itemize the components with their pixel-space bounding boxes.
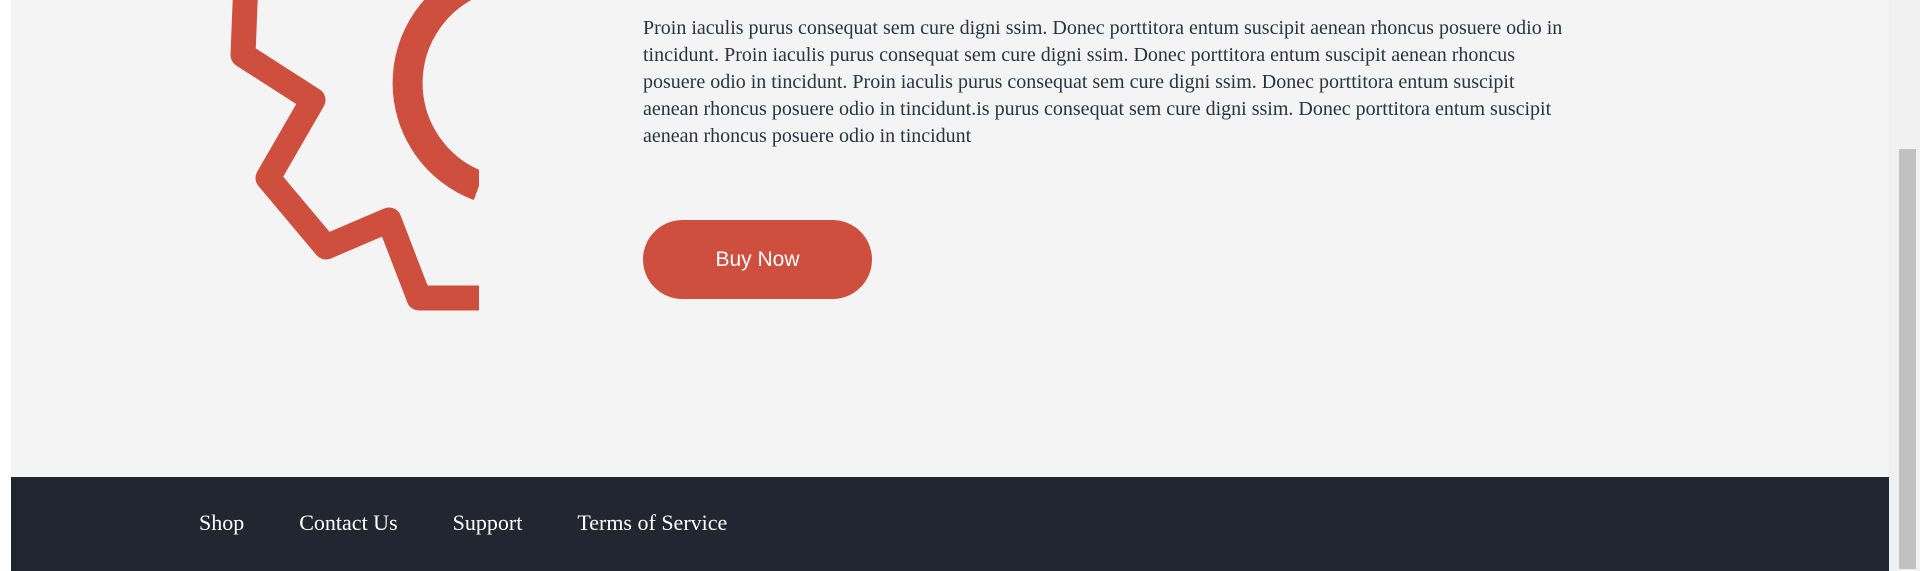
footer-link-contact-us[interactable]: Contact Us xyxy=(299,512,397,534)
footer-nav: Shop Contact Us Support Terms of Service xyxy=(199,512,727,534)
buy-now-button[interactable]: Buy Now xyxy=(643,220,872,299)
page: Proin iaculis purus consequat sem cure d… xyxy=(11,0,1889,571)
footer-link-terms-of-service[interactable]: Terms of Service xyxy=(577,512,727,534)
gear-icon xyxy=(230,0,479,311)
footer-link-shop[interactable]: Shop xyxy=(199,512,244,534)
footer: Shop Contact Us Support Terms of Service xyxy=(11,477,1889,571)
footer-link-support[interactable]: Support xyxy=(453,512,523,534)
vertical-scrollbar[interactable] xyxy=(1889,0,1920,571)
product-description: Proin iaculis purus consequat sem cure d… xyxy=(643,17,1563,147)
scrollbar-thumb[interactable] xyxy=(1899,149,1916,569)
